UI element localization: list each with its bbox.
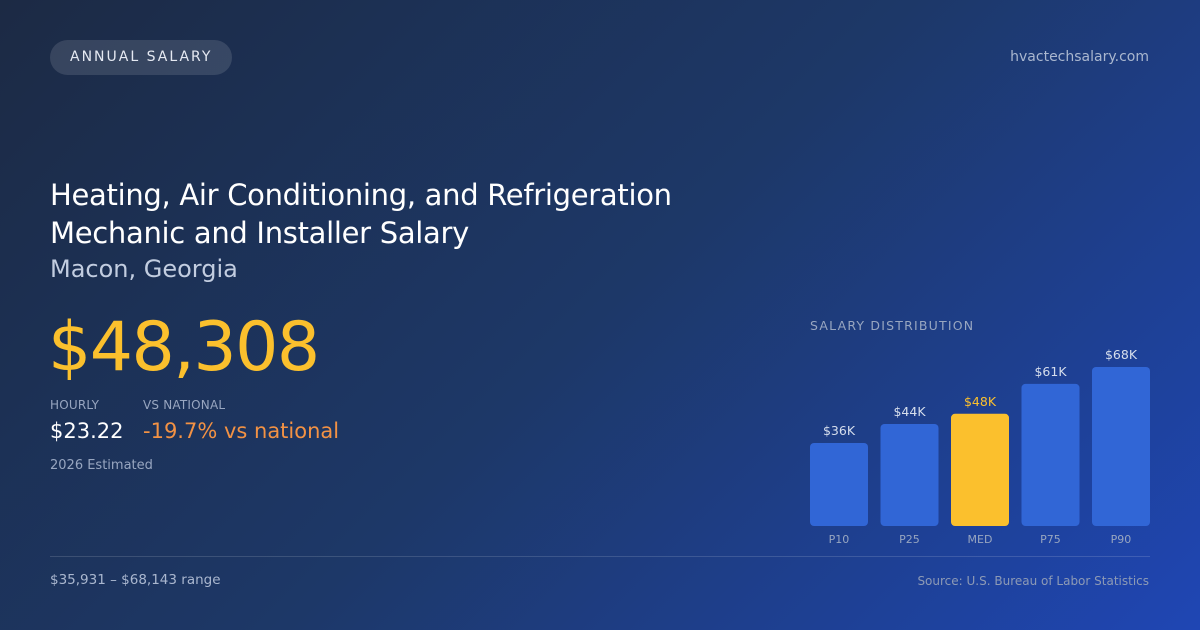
category-label-med: MED [968, 533, 993, 546]
bar-p75 [1021, 383, 1080, 526]
vs-national-value: -19.7% vs national [143, 419, 340, 443]
site-domain[interactable]: hvactechsalary.com [1010, 49, 1149, 65]
location-label: Macon, Georgia [50, 255, 238, 283]
chart-title: SALARY DISTRIBUTION [810, 318, 975, 333]
value-label-p75: $61K [1034, 364, 1067, 379]
bar-p10 [810, 443, 868, 526]
annual-salary-value: $48,308 [48, 308, 320, 387]
value-label-med: $48K [964, 394, 997, 409]
bar-p25 [880, 423, 939, 526]
page-title: Heating, Air Conditioning, and Refrigera… [50, 178, 672, 250]
hourly-value: $23.22 [50, 419, 124, 443]
footer-divider [50, 556, 1150, 557]
category-label-p90: P90 [1111, 533, 1132, 546]
salary-range: $35,931 – $68,143 range [50, 572, 221, 588]
salary-distribution-chart: $36K P10 $44K P25 $48K MED $61K P75 $68K P90 [810, 347, 1150, 546]
category-label-p75: P75 [1040, 533, 1061, 546]
category-label-p25: P25 [899, 533, 920, 546]
value-label-p25: $44K [893, 404, 926, 419]
annual-salary-badge: ANNUAL SALARY [50, 40, 233, 75]
estimate-note: 2026 Estimated [50, 458, 153, 473]
bar-p90 [1092, 367, 1150, 526]
bar-med [951, 413, 1009, 526]
category-label-p10: P10 [829, 533, 850, 546]
vs-national-label: VS NATIONAL [143, 398, 226, 412]
value-label-p10: $36K [823, 423, 856, 438]
salary-card: ANNUAL SALARY hvactechsalary.com Heating… [0, 0, 1200, 630]
data-source: Source: U.S. Bureau of Labor Statistics [917, 574, 1149, 588]
value-label-p90: $68K [1105, 347, 1138, 362]
hourly-label: HOURLY [50, 398, 100, 412]
